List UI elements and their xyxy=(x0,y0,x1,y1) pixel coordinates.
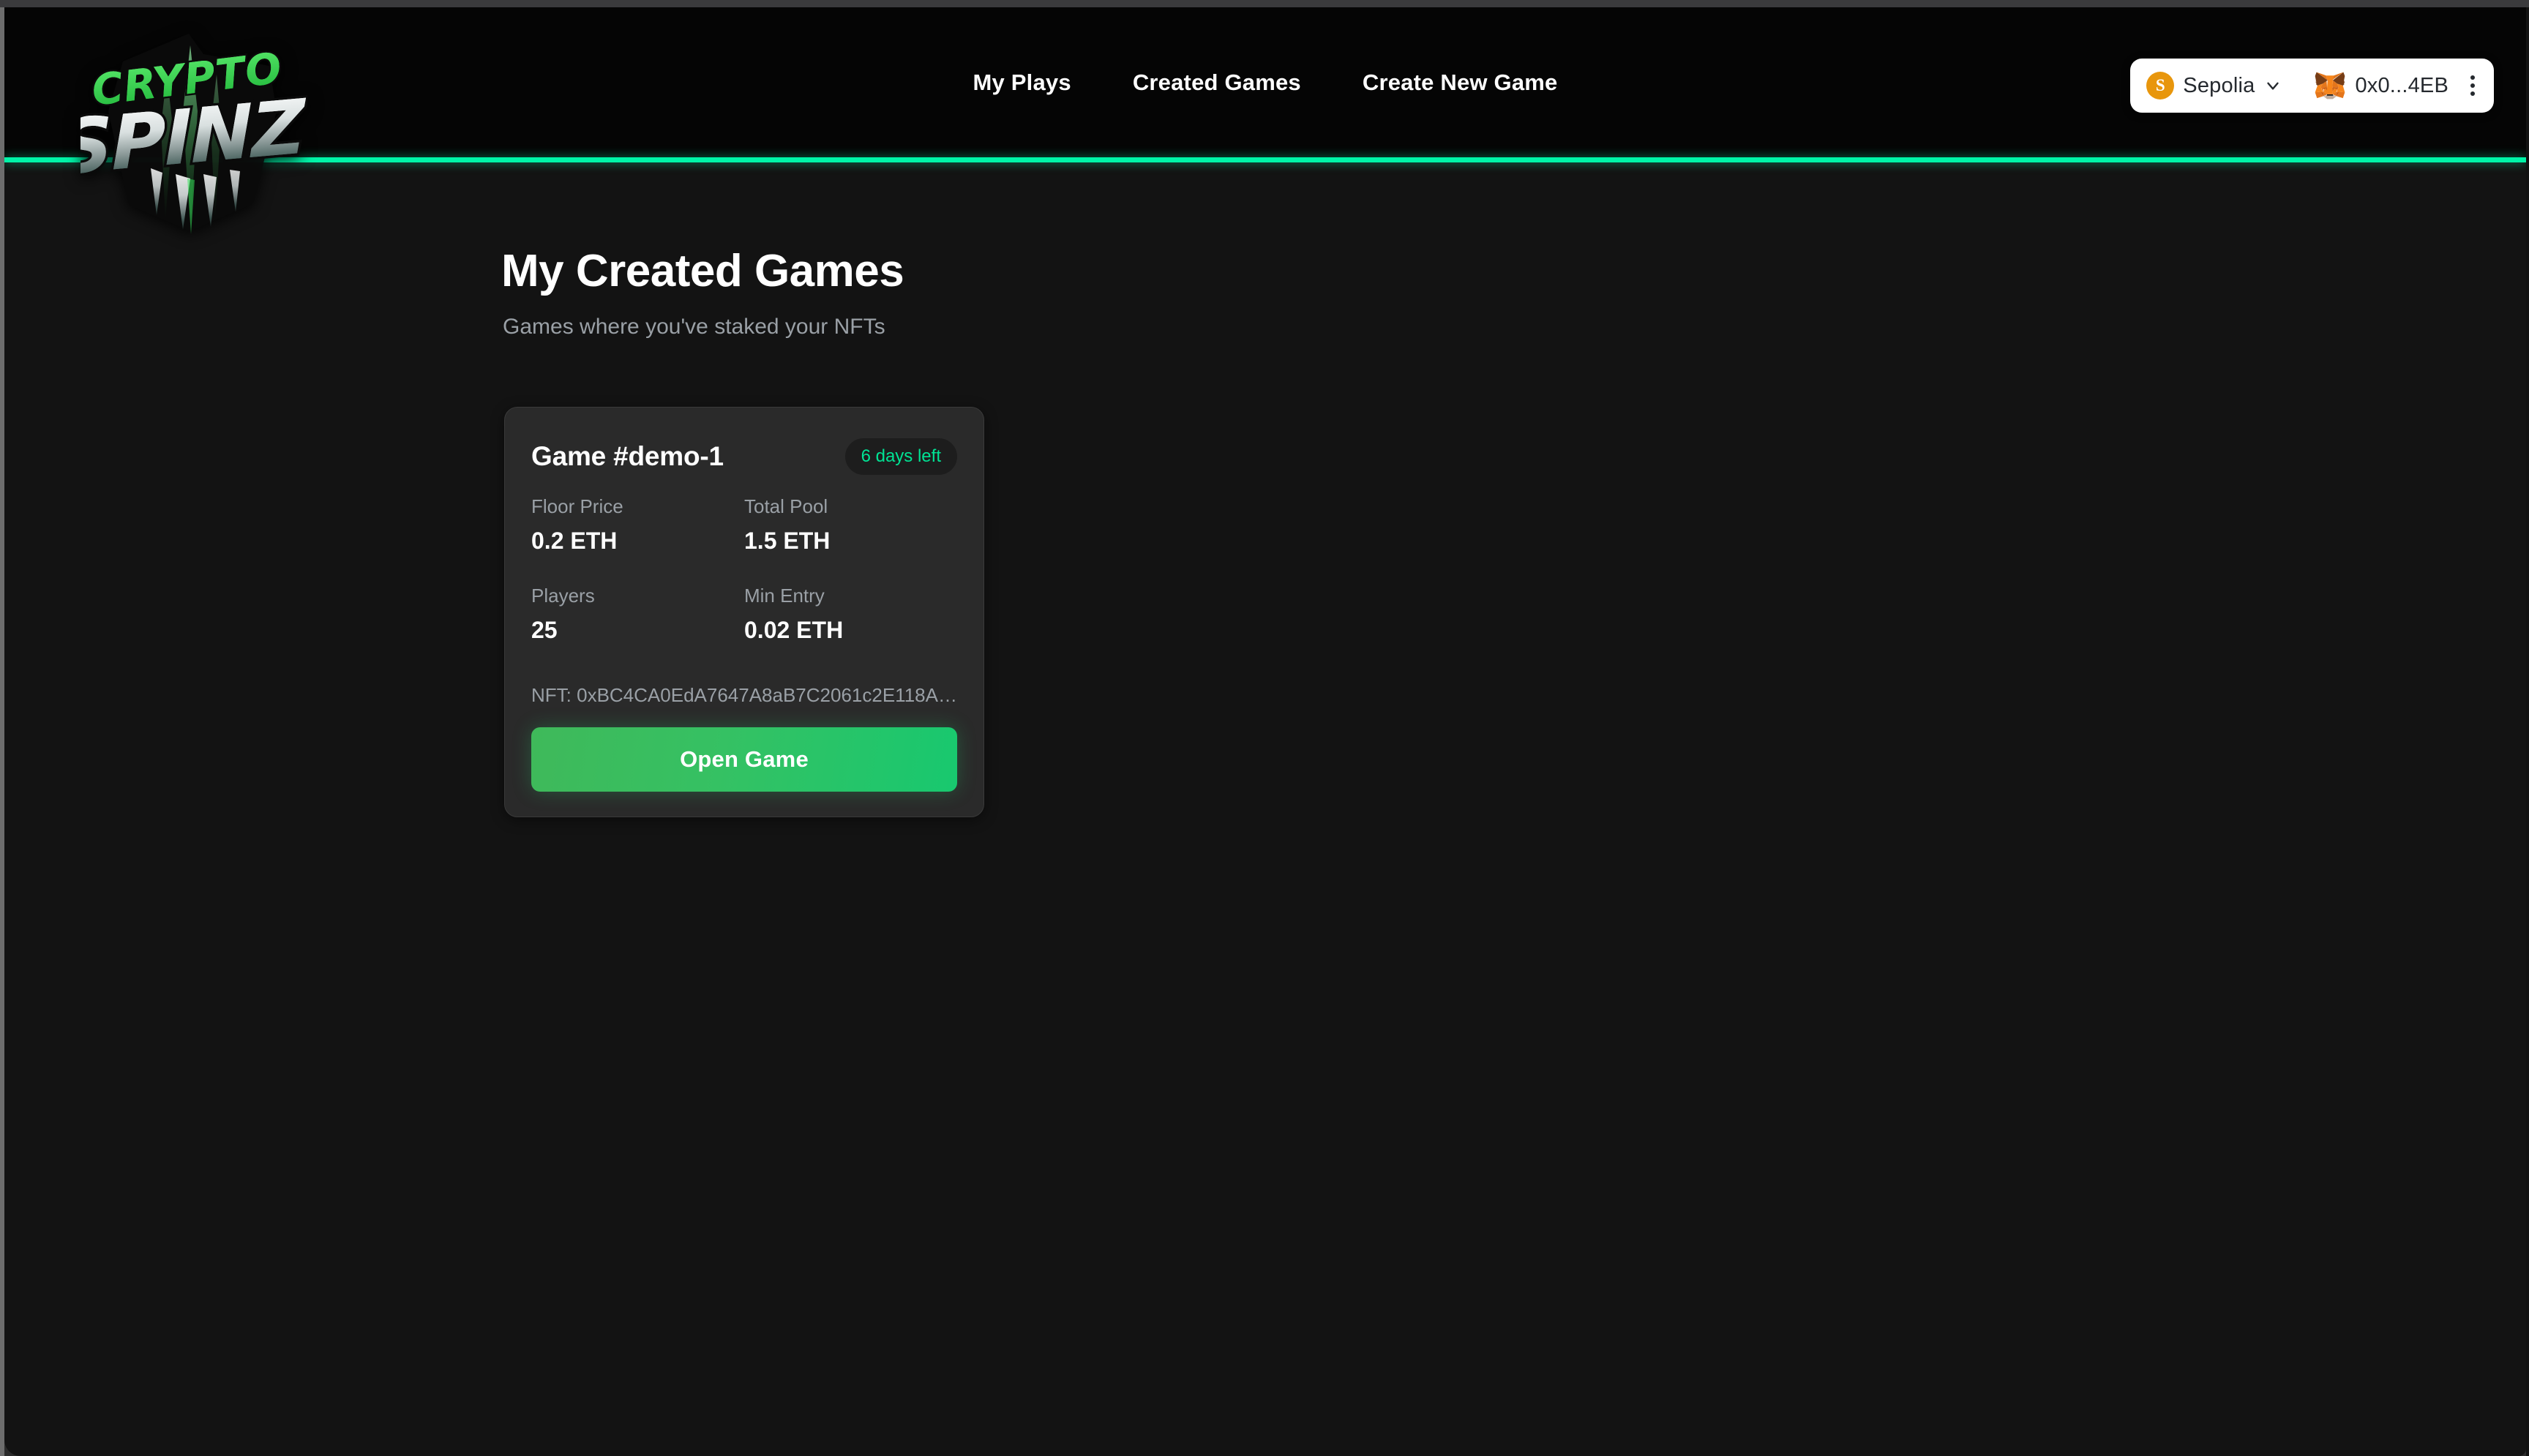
stat-value: 0.2 ETH xyxy=(531,528,618,554)
site-header: My Plays Created Games Create New Game S… xyxy=(4,7,2526,157)
stat-total-pool: Total Pool 1.5 ETH xyxy=(744,495,957,564)
stat-floor-price: Floor Price 0.2 ETH xyxy=(531,495,744,564)
metamask-fox-icon xyxy=(2315,72,2345,100)
stat-min-entry: Min Entry 0.02 ETH xyxy=(744,585,957,653)
stat-label: Min Entry xyxy=(744,585,825,607)
wallet-address-label: 0x0...4EB xyxy=(2355,73,2449,97)
page-viewport: My Plays Created Games Create New Game S… xyxy=(4,7,2526,1456)
nav-create-new-game[interactable]: Create New Game xyxy=(1363,70,1558,96)
three-dots-vertical-icon[interactable] xyxy=(2465,71,2481,100)
svg-text:SPINZ: SPINZ xyxy=(80,83,307,192)
created-games-list: Game #demo-1 6 days left Floor Price 0.2… xyxy=(504,407,984,817)
nav-my-plays[interactable]: My Plays xyxy=(973,70,1071,96)
crypto-spinz-logo[interactable]: CRYPTO CRYPTO SPINZ SPINZ xyxy=(80,23,307,236)
page-title: My Created Games xyxy=(501,246,904,296)
chevron-down-icon xyxy=(2267,82,2279,90)
sepolia-token-icon: S xyxy=(2146,72,2175,100)
game-id-title: Game #demo-1 xyxy=(531,441,724,471)
page-subtitle: Games where you've staked your NFTs xyxy=(503,315,885,339)
stat-label: Total Pool xyxy=(744,495,828,517)
stat-value: 25 xyxy=(531,617,558,643)
browser-window-right-edge xyxy=(2526,7,2529,1456)
network-name-label: Sepolia xyxy=(2183,73,2255,97)
game-card-header: Game #demo-1 6 days left xyxy=(531,435,957,478)
time-left-badge: 6 days left xyxy=(844,438,957,475)
dot xyxy=(2470,83,2475,88)
stat-value: 0.02 ETH xyxy=(744,617,844,643)
dot xyxy=(2470,91,2475,96)
header-accent-line xyxy=(4,157,2526,162)
network-selector[interactable]: S Sepolia xyxy=(2146,72,2282,100)
stat-value: 1.5 ETH xyxy=(744,528,831,554)
nft-contract-address: NFT: 0xBC4CA0EdA7647A8aB7C2061c2E118A1… xyxy=(531,684,957,706)
game-stats-grid: Floor Price 0.2 ETH Total Pool 1.5 ETH P… xyxy=(531,495,957,653)
stat-players: Players 25 xyxy=(531,585,744,653)
wallet-account-chip[interactable]: 0x0...4EB xyxy=(2315,70,2449,101)
game-card: Game #demo-1 6 days left Floor Price 0.2… xyxy=(504,407,984,817)
stat-label: Floor Price xyxy=(531,495,623,517)
wallet-widget: S Sepolia 0x0...4EB xyxy=(2130,59,2494,113)
open-game-button[interactable]: Open Game xyxy=(531,727,957,792)
browser-chrome-top-bar xyxy=(0,0,2529,7)
stat-label: Players xyxy=(531,585,595,607)
dot xyxy=(2470,75,2475,80)
nav-created-games[interactable]: Created Games xyxy=(1133,70,1301,96)
